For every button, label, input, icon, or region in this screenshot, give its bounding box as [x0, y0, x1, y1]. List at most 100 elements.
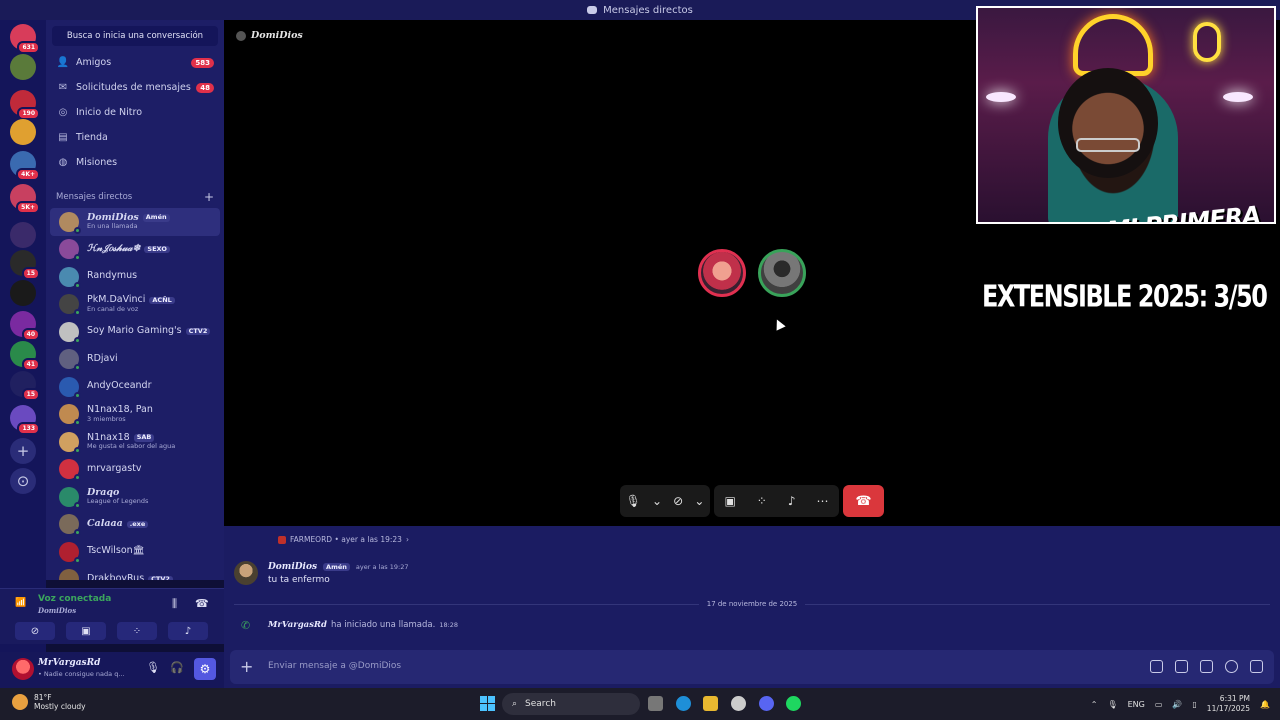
- avatar[interactable]: [12, 658, 34, 680]
- server-avatar: [10, 54, 36, 80]
- server-icon[interactable]: 40: [10, 311, 40, 341]
- dm-item[interactable]: N1nax18, Pan 3 miembros: [50, 401, 220, 429]
- task-view-icon[interactable]: [648, 696, 663, 711]
- server-icon[interactable]: 4K+: [10, 151, 40, 181]
- dm-item[interactable]: DrakboyRus CTV2: [50, 566, 220, 580]
- edge-icon[interactable]: [676, 696, 691, 711]
- server-icon[interactable]: 15: [10, 371, 40, 401]
- dm-item[interactable]: AndyOceandr: [50, 373, 220, 401]
- screen-share-button[interactable]: ▣: [66, 622, 106, 640]
- apps-icon[interactable]: [1250, 660, 1263, 673]
- nav-item-amigos[interactable]: 👤 Amigos 583: [46, 50, 224, 75]
- dm-text: RDjavi: [87, 353, 118, 365]
- server-icon[interactable]: 631: [10, 24, 40, 54]
- dm-item[interactable]: ℋ𝓃𝒥𝑜𝓈𝒽𝓊𝒶❄ SEXO: [50, 236, 220, 264]
- nav-item-tienda[interactable]: ▤ Tienda: [46, 125, 224, 150]
- start-button[interactable]: [480, 696, 495, 711]
- attach-icon[interactable]: +: [240, 657, 253, 676]
- avatar[interactable]: [234, 561, 258, 585]
- server-icon[interactable]: [10, 119, 36, 145]
- microphone-icon[interactable]: 🎙: [626, 494, 641, 508]
- activities-icon[interactable]: ⁘: [757, 494, 767, 508]
- participant-avatar[interactable]: [698, 249, 746, 297]
- message-input[interactable]: Enviar mensaje a @DomiDios: [268, 661, 401, 671]
- noise-suppression-icon[interactable]: ⫼: [172, 597, 177, 611]
- gift-icon[interactable]: [1150, 660, 1163, 673]
- avatar: [59, 266, 81, 289]
- guild-tag: Amén: [142, 213, 170, 222]
- dm-item[interactable]: Calaaa .exe: [50, 511, 220, 539]
- server-icon[interactable]: [10, 54, 36, 80]
- activities-button[interactable]: ⁘: [117, 622, 157, 640]
- microphone-icon[interactable]: 🎙: [1107, 700, 1117, 709]
- dm-item[interactable]: Soy Mario Gaming's CTV2: [50, 318, 220, 346]
- headphones-icon[interactable]: 🎧: [170, 661, 184, 674]
- settings-button[interactable]: ⚙: [194, 658, 216, 680]
- screen-share-icon[interactable]: ▣: [724, 494, 735, 508]
- find-conversation-button[interactable]: Busca o inicia una conversación: [52, 26, 218, 46]
- taskbar-search[interactable]: ⌕ Search: [502, 693, 640, 715]
- voice-channel-name[interactable]: DomiDios: [38, 606, 76, 615]
- chevron-down-icon[interactable]: ⌄: [652, 494, 662, 508]
- signal-icon[interactable]: 📶: [15, 598, 26, 608]
- participant-avatar[interactable]: [758, 249, 806, 297]
- clock[interactable]: 6:31 PM 11/17/2025: [1207, 694, 1250, 714]
- disconnect-icon[interactable]: ☎: [195, 597, 209, 610]
- message-author[interactable]: DomiDios: [268, 562, 317, 572]
- username[interactable]: MrVargasRd: [38, 658, 100, 668]
- add-server-button[interactable]: +: [10, 438, 36, 464]
- notification-icon[interactable]: 🔔: [1260, 700, 1270, 709]
- chevron-down-icon[interactable]: ⌄: [694, 494, 704, 508]
- dm-item[interactable]: PkM.DaVinci ACÑL En canal de voz: [50, 291, 220, 319]
- server-icon[interactable]: 41: [10, 341, 40, 371]
- dm-item[interactable]: mrvargastv: [50, 456, 220, 484]
- dm-item[interactable]: TscWilson🏛: [50, 538, 220, 566]
- user-icon: [236, 30, 246, 41]
- language-indicator[interactable]: ENG: [1128, 700, 1145, 709]
- microphone-icon[interactable]: 🎙: [146, 661, 160, 674]
- system-message-text: ha iniciado una llamada.: [330, 620, 436, 630]
- server-icon[interactable]: 15: [10, 250, 40, 280]
- guild-tag[interactable]: Amén: [323, 563, 350, 571]
- reply-reference[interactable]: FARMEORD • ayer a las 19:23 ›: [278, 535, 409, 544]
- system-message-time: 18:28: [439, 621, 459, 629]
- soundboard-icon[interactable]: ♪: [788, 494, 796, 508]
- dm-item[interactable]: RDjavi: [50, 346, 220, 374]
- nav-item-misiones[interactable]: ◍ Misiones: [46, 150, 224, 175]
- nav-label: Misiones: [76, 157, 118, 168]
- more-icon[interactable]: ⋯: [816, 494, 828, 508]
- end-call-button[interactable]: ☎: [843, 485, 884, 517]
- spotify-icon[interactable]: [786, 696, 801, 711]
- dm-item[interactable]: Draqo League of Legends: [50, 483, 220, 511]
- network-icon[interactable]: ▭: [1155, 700, 1163, 709]
- gif-icon[interactable]: [1175, 660, 1188, 673]
- server-icon[interactable]: 133: [10, 405, 40, 435]
- discover-button[interactable]: ⊙: [10, 468, 36, 494]
- chevron-up-icon[interactable]: ⌃: [1091, 700, 1098, 709]
- create-dm-icon[interactable]: +: [204, 190, 214, 204]
- file-explorer-icon[interactable]: [703, 696, 718, 711]
- dm-subtext: 3 miembros: [87, 414, 126, 423]
- volume-icon[interactable]: 🔊: [1172, 700, 1182, 709]
- server-icon[interactable]: [10, 280, 36, 306]
- camera-off-icon[interactable]: ⊘: [673, 494, 683, 508]
- server-icon[interactable]: 5K+: [10, 184, 40, 214]
- message-timestamp: ayer a las 19:27: [355, 563, 409, 571]
- emoji-icon[interactable]: [1225, 660, 1238, 673]
- dm-item[interactable]: Randymus: [50, 263, 220, 291]
- chrome-icon[interactable]: [731, 696, 746, 711]
- weather-widget[interactable]: 81°F Mostly cloudy: [12, 693, 86, 711]
- dm-item[interactable]: DomiDios Amén En una llamada: [50, 208, 220, 236]
- server-icon[interactable]: 190: [10, 90, 40, 120]
- discord-icon[interactable]: [759, 696, 774, 711]
- dm-item[interactable]: N1nax18 SAB Me gusta el sabor del agua: [50, 428, 220, 456]
- server-icon[interactable]: [10, 222, 36, 248]
- sticker-icon[interactable]: [1200, 660, 1213, 673]
- nav-item-inicio-de-nitro[interactable]: ◎ Inicio de Nitro: [46, 100, 224, 125]
- battery-icon[interactable]: ▯: [1192, 700, 1196, 709]
- nav-item-solicitudes-de-mensajes[interactable]: ✉ Solicitudes de mensajes 48: [46, 75, 224, 100]
- message-composer[interactable]: + Enviar mensaje a @DomiDios: [230, 650, 1274, 684]
- soundboard-button[interactable]: ♪: [168, 622, 208, 640]
- system-message-user[interactable]: MrVargasRd: [268, 620, 327, 630]
- video-off-button[interactable]: ⊘: [15, 622, 55, 640]
